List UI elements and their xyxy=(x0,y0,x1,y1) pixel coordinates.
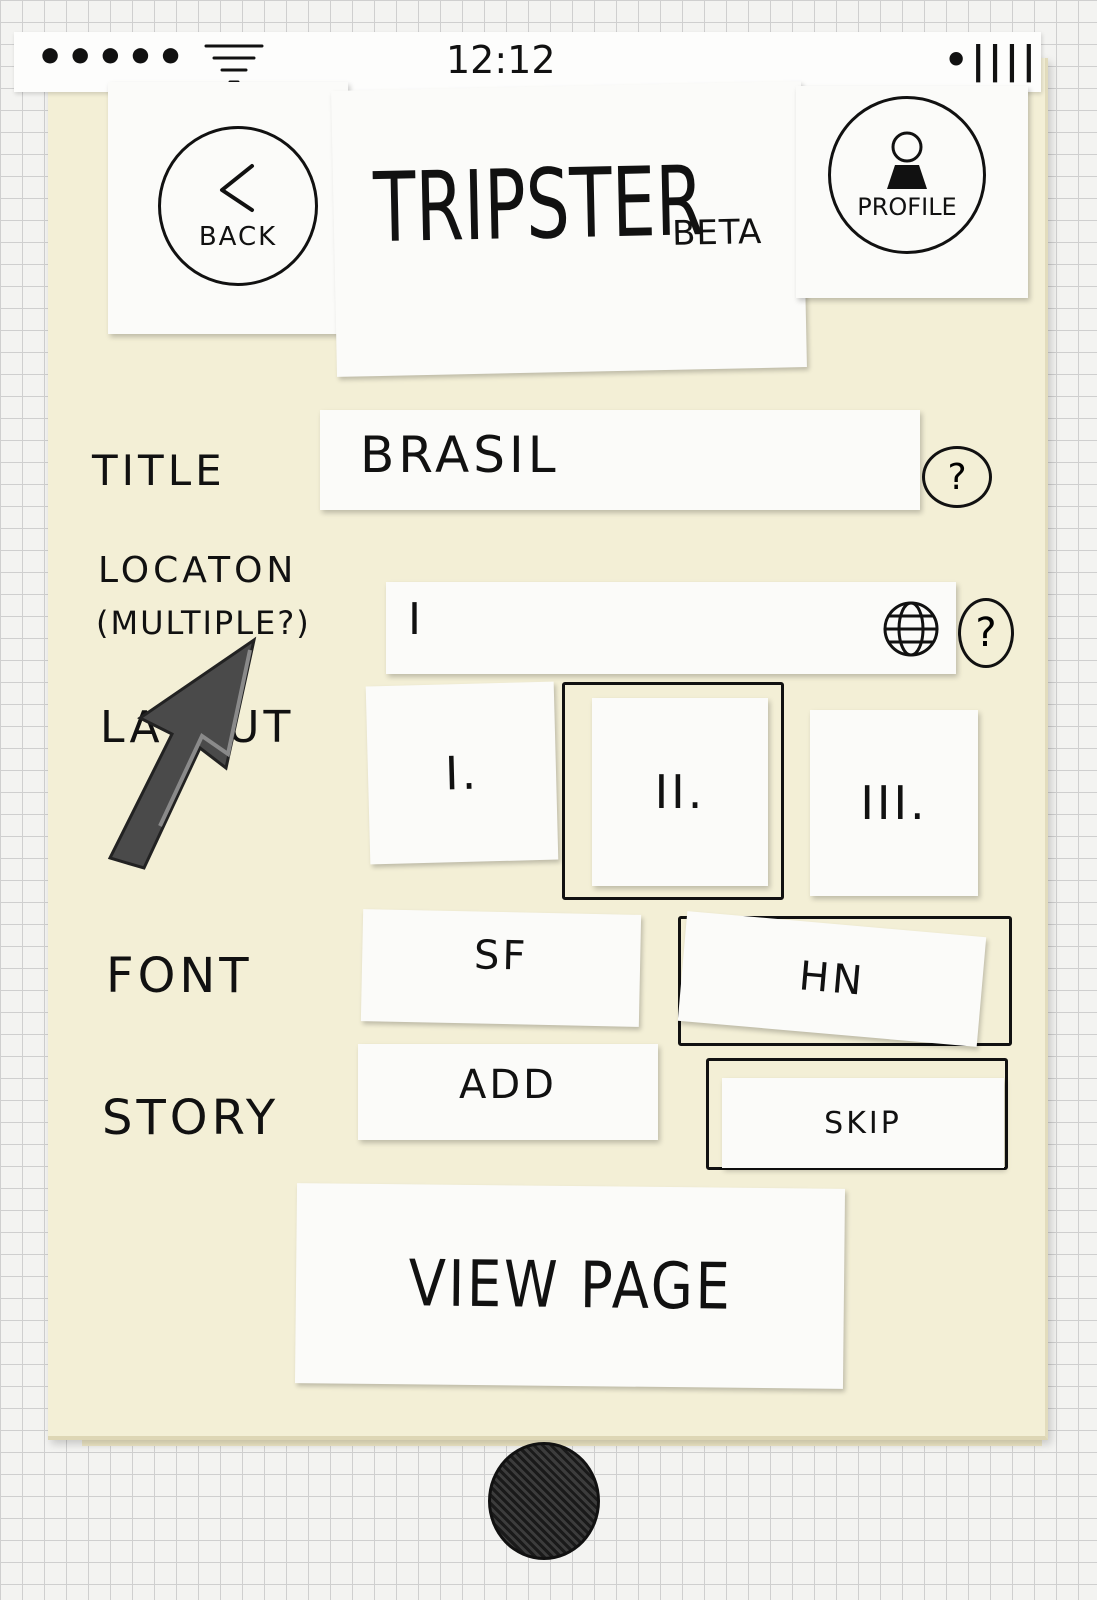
story-label: STORY xyxy=(102,1090,280,1146)
title-label: TITLE xyxy=(92,446,226,495)
app-title-card: TRIPSTER BETA xyxy=(331,81,807,377)
home-button[interactable] xyxy=(488,1442,600,1560)
back-button-circle[interactable]: BACK xyxy=(158,126,318,286)
layout-option-1[interactable]: I. xyxy=(365,681,559,865)
layout-option-2[interactable]: II. xyxy=(592,698,768,886)
font-label: FONT xyxy=(106,948,253,1004)
beta-tag: BETA xyxy=(671,211,763,254)
app-title: TRIPSTER xyxy=(372,145,705,265)
chevron-left-icon xyxy=(220,164,254,212)
help-icon-glyph: ? xyxy=(975,610,997,656)
location-help-icon[interactable]: ? xyxy=(958,598,1014,668)
arrow-cursor-icon xyxy=(107,636,257,870)
profile-label: PROFILE xyxy=(857,193,957,221)
profile-button[interactable]: PROFILE xyxy=(796,86,1028,298)
profile-circle[interactable]: PROFILE xyxy=(828,96,986,254)
signal-strength: ••••• xyxy=(36,32,187,83)
layout-option-3-label: III. xyxy=(860,776,928,830)
font-option-hn-label: HN xyxy=(797,953,867,1005)
user-icon xyxy=(887,131,927,189)
story-skip-label: SKIP xyxy=(824,1105,902,1141)
title-input-value: BRASIL xyxy=(360,426,560,484)
globe-icon[interactable] xyxy=(880,598,942,660)
location-input-value: I xyxy=(408,594,425,645)
battery-icon: •|||| xyxy=(944,38,1039,82)
title-help-icon[interactable]: ? xyxy=(922,446,992,508)
font-option-sf-label: SF xyxy=(473,932,529,980)
story-skip-button[interactable]: SKIP xyxy=(722,1078,1004,1168)
font-option-sf[interactable]: SF xyxy=(360,909,642,1027)
back-label: BACK xyxy=(198,222,278,252)
layout-option-2-label: II. xyxy=(654,765,706,819)
back-button[interactable]: BACK xyxy=(108,82,348,334)
location-label: LOCATON xyxy=(98,550,298,591)
help-icon-glyph: ? xyxy=(947,456,967,498)
story-add-button[interactable]: ADD xyxy=(358,1044,658,1140)
layout-option-3[interactable]: III. xyxy=(810,710,978,896)
title-input[interactable]: BRASIL xyxy=(320,410,920,510)
status-time: 12:12 xyxy=(446,38,556,82)
location-input[interactable]: I xyxy=(386,582,956,674)
layout-option-1-label: I. xyxy=(444,745,480,801)
view-page-label: VIEW PAGE xyxy=(407,1247,733,1325)
story-add-label: ADD xyxy=(459,1062,557,1108)
view-page-button[interactable]: VIEW PAGE xyxy=(294,1183,846,1389)
